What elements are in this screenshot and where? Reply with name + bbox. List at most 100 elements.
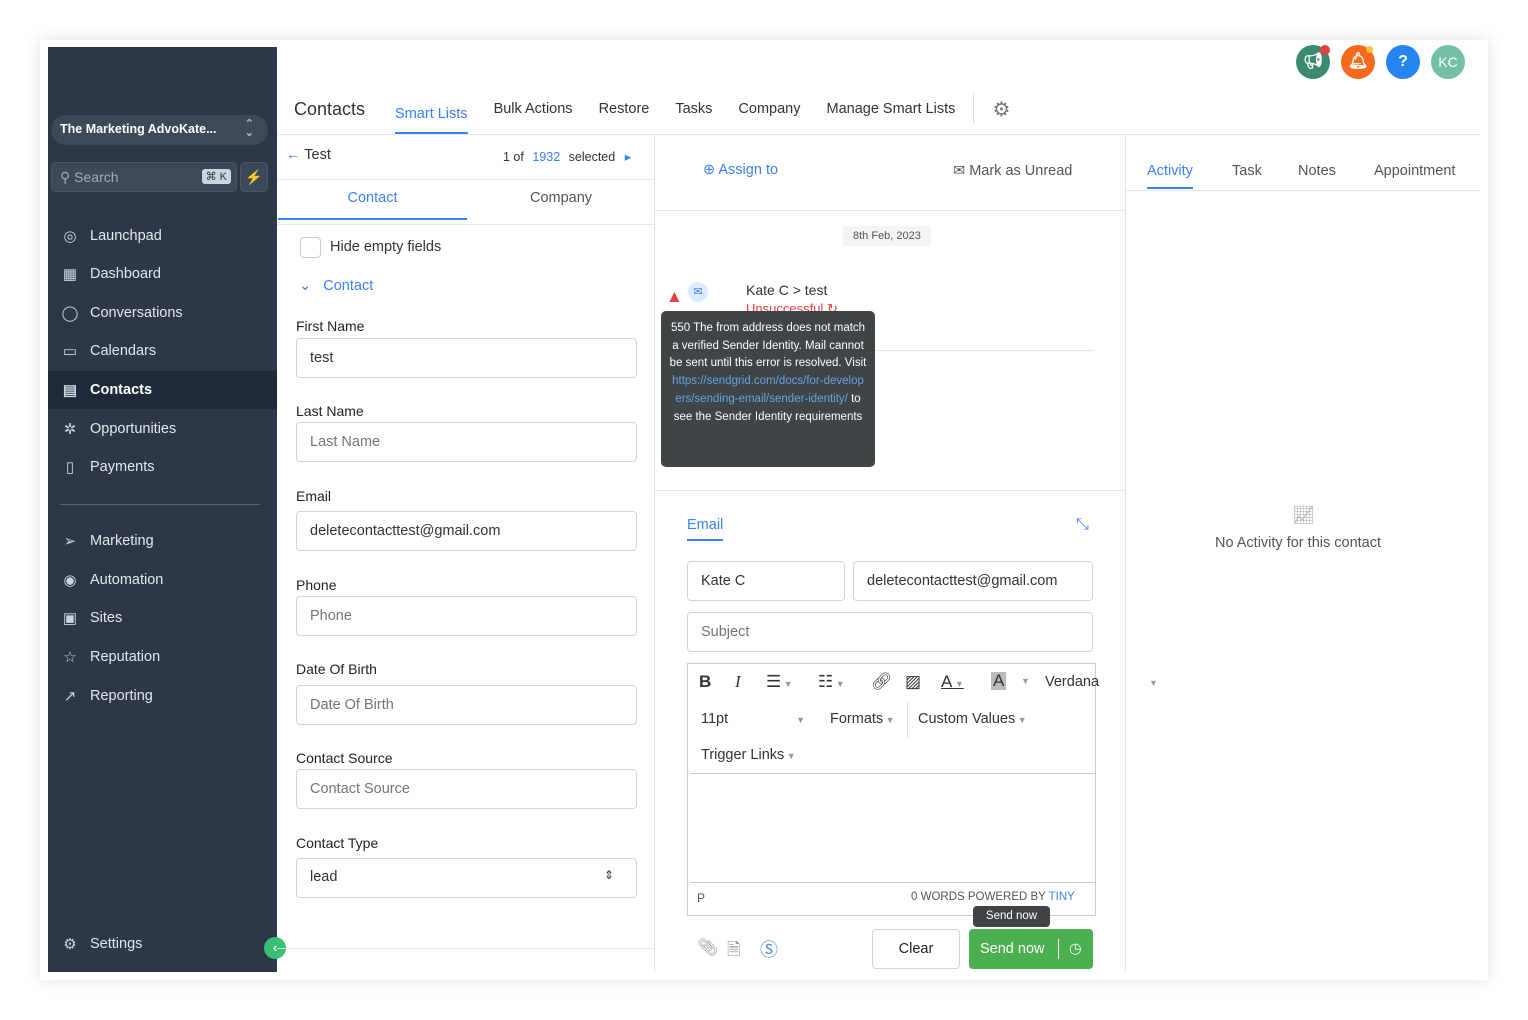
tab-company-details[interactable]: Company (467, 190, 655, 206)
last-name-label: Last Name (296, 403, 364, 419)
sidebar-item-reputation[interactable]: ☆ Reputation (48, 638, 277, 676)
tab-company[interactable]: Company (738, 101, 800, 117)
nav-label: Launchpad (90, 228, 162, 244)
template-icon[interactable]: 🗎 (727, 937, 741, 966)
numbered-list-icon[interactable]: ☷ ▼ (818, 672, 845, 692)
tab-activity[interactable]: Activity (1147, 163, 1193, 189)
tab-restore[interactable]: Restore (599, 101, 650, 117)
sidebar-item-sites[interactable]: ▣ Sites (48, 599, 277, 637)
first-name-label: First Name (296, 318, 365, 334)
warning-icon[interactable]: ▲ (666, 287, 683, 307)
divider (277, 224, 655, 225)
sidebar-item-launchpad[interactable]: ◎ Launchpad (48, 217, 277, 255)
paperclip-icon[interactable]: 📎︎ (697, 938, 719, 958)
from-email-input[interactable] (853, 561, 1093, 601)
tab-contact[interactable]: Contact (278, 190, 467, 220)
message-header: Kate C > test (746, 282, 828, 298)
collapse-icon[interactable]: ⤡ (1076, 516, 1089, 534)
font-size-select[interactable]: 11pt ▼ (701, 711, 805, 727)
sidebar-item-calendars[interactable]: ▭ Calendars (48, 332, 277, 370)
tiny-link[interactable]: TINY (1049, 891, 1075, 903)
font-family-select[interactable]: Verdana ▼ (1045, 674, 1158, 690)
hide-empty-checkbox[interactable] (300, 237, 321, 258)
subject-input[interactable] (687, 612, 1093, 652)
sidebar-item-settings[interactable]: ⚙ Settings (48, 925, 277, 963)
email-input[interactable] (296, 511, 637, 551)
avatar[interactable]: KC (1431, 45, 1465, 79)
back-link[interactable]: ← Test (286, 147, 331, 163)
custom-values-menu[interactable]: Custom Values ▼ (918, 711, 1027, 727)
page-title: Contacts (294, 98, 366, 119)
assign-button[interactable]: ⊕ Assign to (703, 162, 778, 178)
highlight-icon[interactable]: A (991, 672, 1007, 690)
tab-tasks[interactable]: Tasks (675, 101, 712, 117)
pager-count[interactable]: 1932 (532, 150, 560, 164)
sidebar-item-payments[interactable]: ▯ Payments (48, 448, 277, 486)
sidebar-item-automation[interactable]: ◉ Automation (48, 561, 277, 599)
shortcut-badge: ⌘ K (201, 169, 231, 184)
tab-appointment[interactable]: Appointment (1374, 163, 1455, 179)
chat-icon: ◯ (61, 305, 79, 322)
clear-button[interactable]: Clear (872, 929, 960, 969)
from-name-input[interactable] (687, 561, 845, 601)
formats-menu[interactable]: Formats ▼ (830, 711, 895, 727)
pager-suffix: selected (568, 150, 616, 164)
powered-by: POWERED BY (967, 891, 1046, 903)
phone-input[interactable] (296, 596, 637, 636)
divider (907, 702, 908, 738)
send-now-button[interactable]: Send now ◷ (969, 929, 1093, 969)
search-input[interactable]: ⚲ Search ⌘ K (51, 162, 237, 192)
tab-email[interactable]: Email (687, 517, 724, 541)
payment-icon[interactable]: Ⓢ (760, 936, 778, 962)
bold-icon[interactable]: B (699, 672, 711, 692)
dashboard-icon: ▦ (62, 266, 78, 283)
last-name-input[interactable] (296, 422, 637, 462)
sidebar-item-conversations[interactable]: ◯ Conversations (48, 294, 277, 332)
divider (277, 179, 655, 180)
bullet-list-icon[interactable]: ☰ ▼ (766, 672, 793, 692)
message-to: test (804, 282, 828, 298)
dob-input[interactable] (296, 685, 637, 725)
divider (973, 94, 975, 124)
tab-notes[interactable]: Notes (1298, 163, 1336, 179)
settings-gear-icon[interactable]: ⚙ (992, 97, 1010, 122)
contact-section-toggle[interactable]: ⌄ Contact (299, 278, 373, 294)
trigger-links-menu[interactable]: Trigger Links ▼ (701, 747, 796, 763)
nav-label: Marketing (90, 533, 154, 549)
tab-task[interactable]: Task (1232, 163, 1262, 179)
account-switcher[interactable]: The Marketing AdvoKate... ⌃ ⌄ (51, 115, 268, 145)
email-type-icon: ✉ (688, 282, 708, 302)
caret-down-icon[interactable]: ▼ (1021, 676, 1030, 686)
link-icon[interactable]: 🔗︎ (871, 672, 893, 692)
tab-manage-smart-lists[interactable]: Manage Smart Lists (826, 101, 955, 117)
divider (654, 135, 655, 972)
italic-icon[interactable]: I (735, 672, 741, 692)
quick-actions-button[interactable]: ⚡ (240, 162, 268, 192)
schedule-clock-icon[interactable]: ◷ (1069, 929, 1082, 969)
sendgrid-link[interactable]: https://sendgrid.com/docs/for-developers… (672, 375, 864, 405)
sidebar-item-marketing[interactable]: ➢ Marketing (48, 522, 277, 560)
sidebar-item-opportunities[interactable]: ✲ Opportunities (48, 410, 277, 448)
image-icon[interactable]: ▨ (905, 672, 921, 692)
sidebar-item-contacts[interactable]: ▤ Contacts (48, 371, 277, 409)
sidebar-item-reporting[interactable]: ↗ Reporting (48, 677, 277, 715)
tab-bulk-actions[interactable]: Bulk Actions (494, 101, 573, 117)
megaphone-icon: 📢︎ (1302, 53, 1324, 70)
divider (277, 948, 655, 949)
text-color-icon[interactable]: A ▼ (941, 672, 964, 692)
send-label: Send now (980, 941, 1045, 957)
contacts-icon: ▤ (62, 382, 78, 399)
nav-label: Reputation (90, 649, 161, 665)
pager-prefix: 1 of (503, 150, 524, 164)
editor-body[interactable] (690, 776, 1094, 881)
help-button[interactable]: ? (1386, 45, 1420, 79)
contact-type-select[interactable]: lead ⇕ (296, 858, 637, 898)
mark-unread-button[interactable]: ✉ Mark as Unread (953, 163, 1072, 179)
first-name-input[interactable] (296, 338, 637, 378)
sidebar-item-dashboard[interactable]: ▦ Dashboard (48, 255, 277, 293)
caret-right-icon[interactable]: ▸ (625, 150, 631, 164)
divider (690, 773, 1095, 774)
tab-smart-lists[interactable]: Smart Lists (395, 100, 468, 134)
formats-label: Formats (830, 711, 884, 727)
contact-source-input[interactable] (296, 769, 637, 809)
